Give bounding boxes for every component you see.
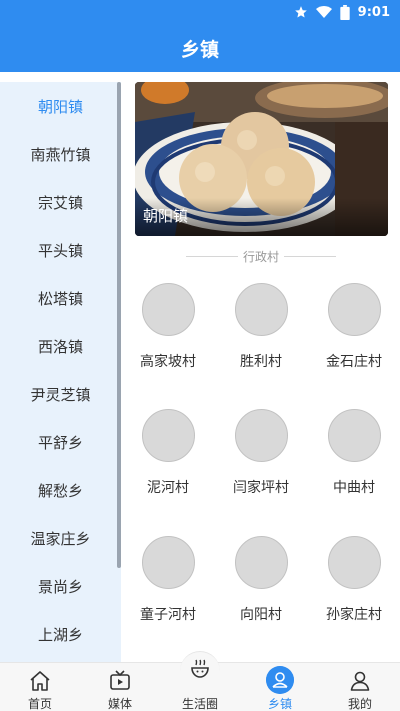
- nav-me[interactable]: 我的: [320, 663, 400, 711]
- town-icon: [266, 666, 294, 694]
- nav-label: 媒体: [107, 697, 132, 711]
- sidebar-scrollbar[interactable]: [117, 82, 121, 568]
- star-icon: [294, 6, 307, 18]
- village-item[interactable]: 向阳村: [216, 536, 306, 636]
- page-title: 乡镇: [180, 38, 219, 61]
- village-item[interactable]: 金石庄村: [309, 283, 399, 383]
- wifi-icon: [315, 6, 332, 18]
- sidebar-item[interactable]: 解愁乡: [0, 466, 121, 514]
- village-image: [235, 536, 288, 589]
- village-image: [142, 283, 195, 336]
- sidebar-item[interactable]: 南燕竹镇: [0, 130, 121, 178]
- village-name: 孙家庄村: [326, 607, 382, 623]
- clock: 9:01: [357, 4, 390, 20]
- tv-icon: [110, 670, 130, 690]
- village-image: [235, 409, 288, 462]
- village-name: 中曲村: [333, 480, 375, 496]
- village-name: 胜利村: [240, 354, 282, 370]
- banner-title: 朝阳镇: [143, 207, 189, 225]
- village-image: [235, 283, 288, 336]
- status-bar: 9:01: [0, 0, 400, 24]
- village-image: [328, 536, 381, 589]
- section-label: 行政村: [243, 249, 280, 264]
- section-divider: 行政村: [186, 247, 337, 265]
- sidebar-item[interactable]: 温家庄乡: [0, 514, 121, 562]
- village-item[interactable]: 闫家坪村: [216, 409, 306, 509]
- sidebar-item[interactable]: 平头镇: [0, 226, 121, 274]
- life-circle-icon: [191, 659, 209, 678]
- village-item[interactable]: 中曲村: [309, 409, 399, 509]
- village-item[interactable]: 胜利村: [216, 283, 306, 383]
- nav-life-circle[interactable]: 生活圈: [160, 651, 240, 711]
- village-item[interactable]: 泥河村: [123, 409, 213, 509]
- nav-media[interactable]: 媒体: [80, 663, 160, 711]
- village-name: 高家坡村: [140, 354, 196, 370]
- village-name: 向阳村: [240, 607, 282, 623]
- nav-label: 我的: [347, 697, 372, 711]
- divider-line: [284, 255, 337, 257]
- nav-town[interactable]: 乡镇: [240, 663, 320, 711]
- village-image: [328, 409, 381, 462]
- sidebar-item[interactable]: 朝阳镇: [0, 82, 121, 130]
- sidebar-item[interactable]: 上湖乡: [0, 610, 121, 658]
- bottom-nav: 首页 媒体 生活圈 乡镇 我的: [0, 651, 400, 711]
- sidebar-item[interactable]: 景尚乡: [0, 562, 121, 610]
- sidebar-item[interactable]: 西洛镇: [0, 322, 121, 370]
- village-item[interactable]: 高家坡村: [123, 283, 213, 383]
- village-name: 泥河村: [147, 480, 189, 496]
- village-name: 闫家坪村: [233, 480, 289, 496]
- village-item[interactable]: 童子河村: [123, 536, 213, 636]
- sidebar-item[interactable]: 松塔镇: [0, 274, 121, 322]
- sidebar-item[interactable]: 平舒乡: [0, 418, 121, 466]
- sidebar-item[interactable]: 宗艾镇: [0, 178, 121, 226]
- town-sidebar[interactable]: 朝阳镇 南燕竹镇 宗艾镇 平头镇 松塔镇 西洛镇 尹灵芝镇 平舒乡 解愁乡 温家…: [0, 82, 121, 662]
- nav-label: 乡镇: [267, 697, 292, 711]
- home-icon: [30, 671, 50, 691]
- divider-line: [186, 255, 238, 257]
- title-bar: 乡镇: [0, 24, 400, 72]
- village-item[interactable]: 孙家庄村: [309, 536, 399, 636]
- village-image: [328, 283, 381, 336]
- battery-icon: [339, 4, 350, 20]
- nav-label: 生活圈: [181, 697, 218, 711]
- village-name: 童子河村: [140, 607, 196, 623]
- user-icon: [350, 671, 370, 691]
- town-banner[interactable]: 朝阳镇: [135, 82, 388, 236]
- nav-home[interactable]: 首页: [0, 663, 80, 711]
- sidebar-item[interactable]: 尹灵芝镇: [0, 370, 121, 418]
- nav-label: 首页: [27, 697, 52, 711]
- village-image: [142, 536, 195, 589]
- village-name: 金石庄村: [326, 354, 382, 370]
- village-image: [142, 409, 195, 462]
